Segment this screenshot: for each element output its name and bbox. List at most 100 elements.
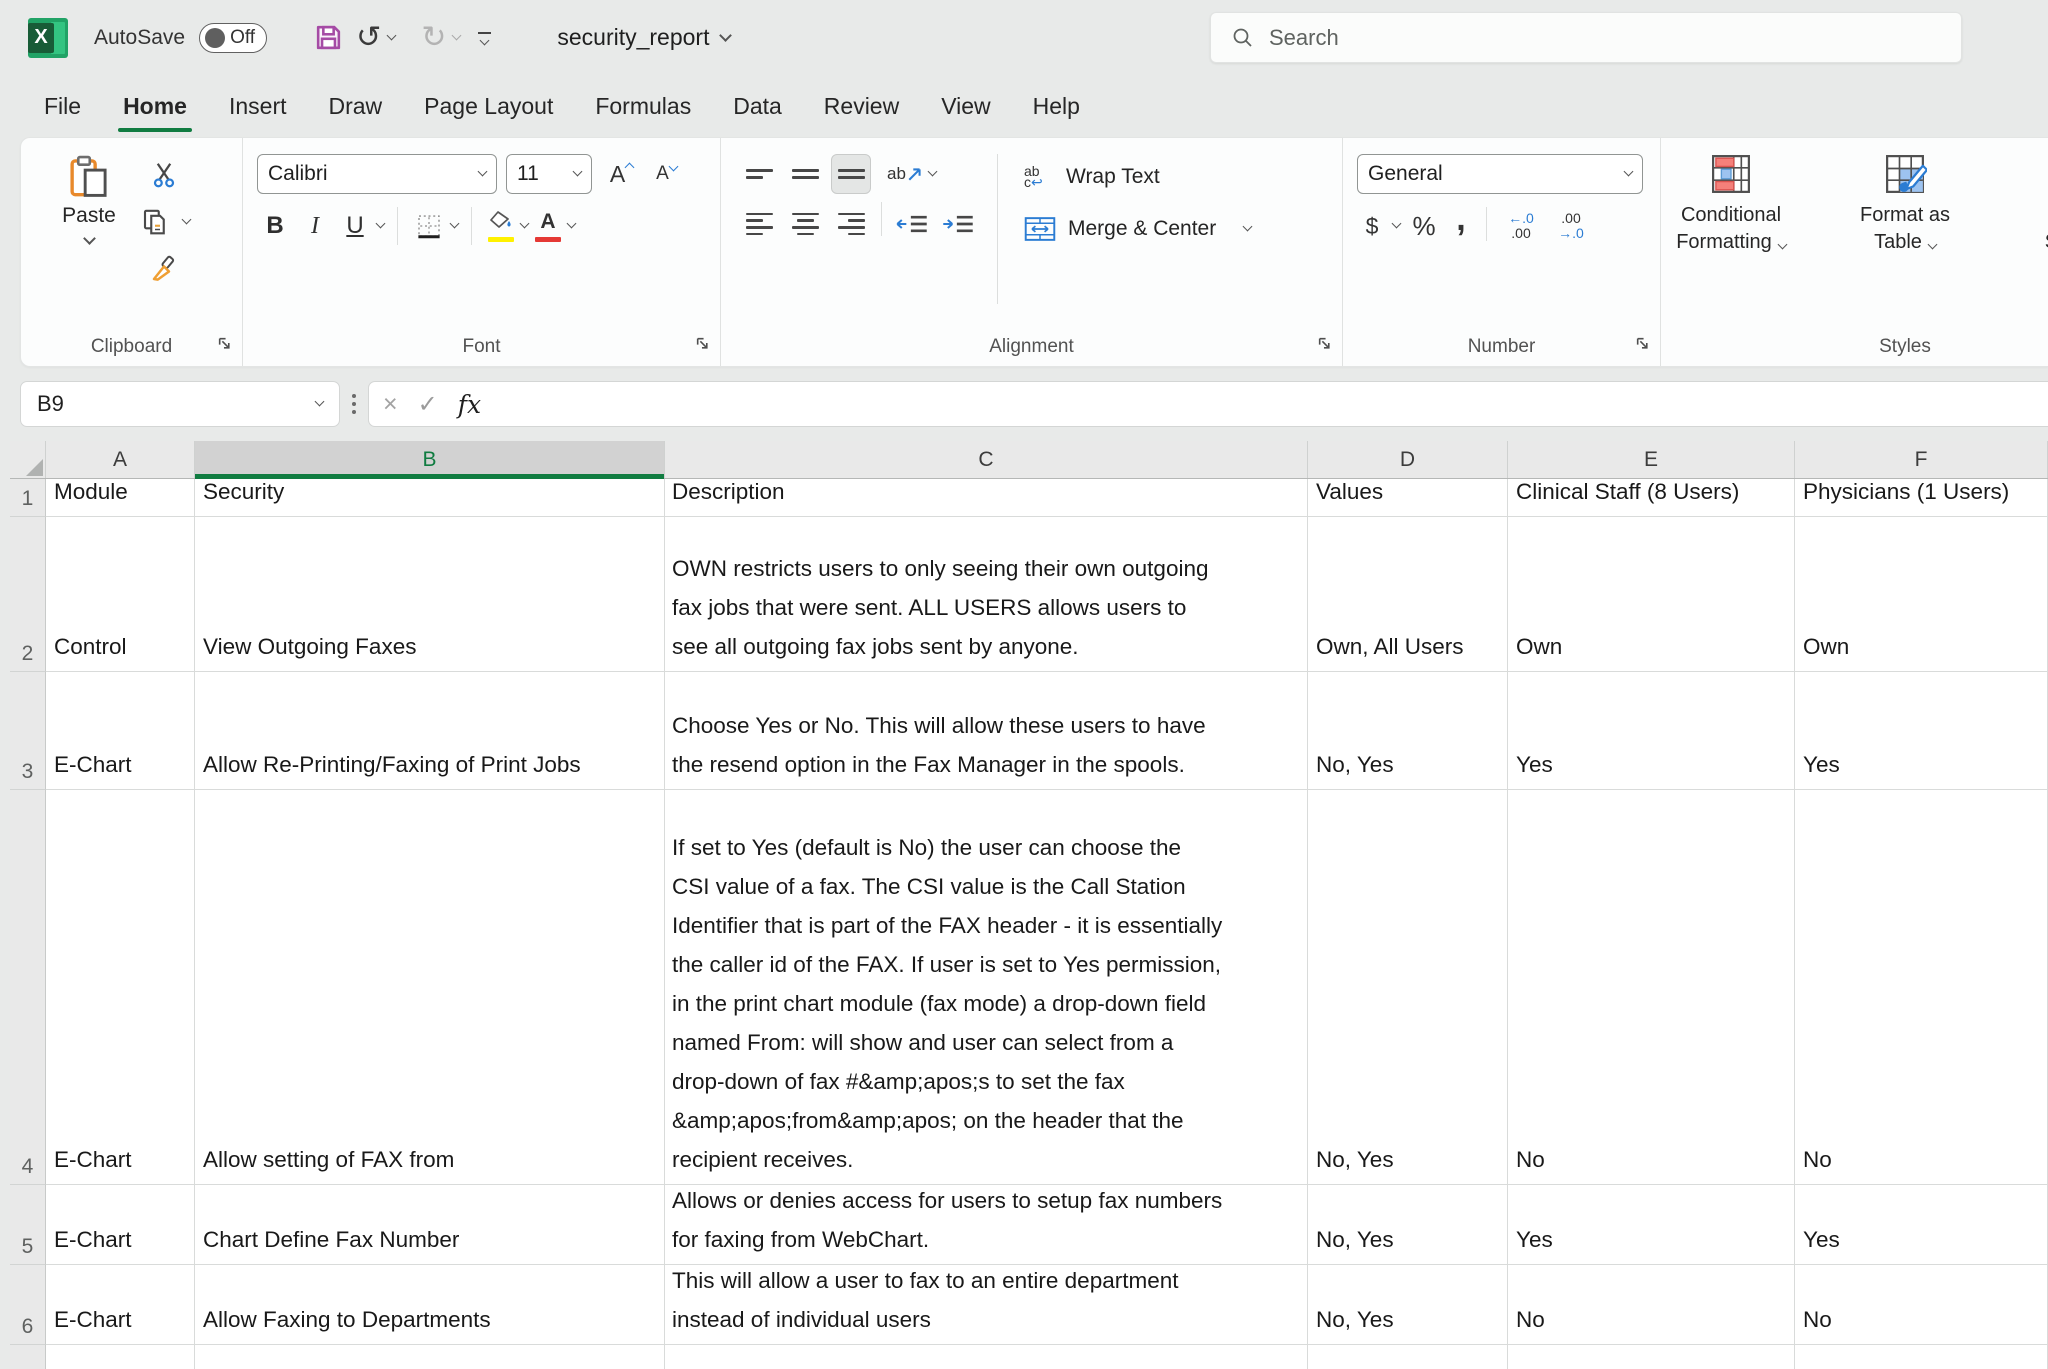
number-format-select[interactable]: General (1357, 154, 1643, 194)
cell-F3[interactable]: Yes (1795, 672, 2048, 790)
number-dialog-launcher[interactable] (1635, 336, 1650, 356)
cell-A6[interactable]: E-Chart (46, 1265, 195, 1345)
cell-C6[interactable]: This will allow a user to fax to an enti… (665, 1265, 1308, 1345)
undo-button[interactable]: ↺ (352, 16, 399, 60)
font-color-button[interactable]: A (532, 208, 564, 244)
column-header-A[interactable]: A (46, 441, 195, 478)
tab-help[interactable]: Help (1012, 75, 1101, 137)
fill-color-dropdown-icon[interactable] (520, 219, 530, 229)
cell-E6[interactable]: No (1508, 1265, 1795, 1345)
bold-button[interactable]: B (257, 207, 293, 245)
cell-D5[interactable]: No, Yes (1308, 1185, 1508, 1265)
font-color-dropdown-icon[interactable] (567, 219, 577, 229)
row-header-1[interactable]: 1 (10, 479, 46, 517)
row-header-7[interactable]: 7 (10, 1345, 46, 1369)
format-as-table-button[interactable]: Format as Table (1835, 152, 1975, 366)
font-family-select[interactable]: Calibri (257, 154, 497, 194)
tab-home[interactable]: Home (102, 75, 208, 137)
row-header-4[interactable]: 4 (10, 790, 46, 1185)
bottom-align-button[interactable] (831, 154, 871, 194)
cell-B5[interactable]: Chart Define Fax Number (195, 1185, 665, 1265)
cell-C4[interactable]: If set to Yes (default is No) the user c… (665, 790, 1308, 1185)
select-all-corner[interactable] (10, 441, 46, 478)
italic-button[interactable]: I (297, 207, 333, 245)
orientation-dropdown-icon[interactable] (928, 167, 938, 177)
cell-A3[interactable]: E-Chart (46, 672, 195, 790)
conditional-formatting-button[interactable]: Conditional Formatting (1661, 152, 1801, 366)
cell-B2[interactable]: View Outgoing Faxes (195, 517, 665, 672)
cell-D3[interactable]: No, Yes (1308, 672, 1508, 790)
name-box[interactable]: B9 (20, 381, 340, 427)
top-align-button[interactable] (739, 154, 779, 194)
cell-C5[interactable]: Allows or denies access for users to set… (665, 1185, 1308, 1265)
decrease-indent-button[interactable] (892, 204, 932, 244)
cell-C1[interactable]: Description (665, 479, 1308, 517)
percent-button[interactable]: % (1406, 207, 1442, 245)
align-right-button[interactable] (831, 204, 871, 244)
save-button[interactable] (309, 16, 348, 60)
tab-data[interactable]: Data (712, 75, 803, 137)
tab-formulas[interactable]: Formulas (574, 75, 712, 137)
document-title[interactable]: security_report (557, 24, 730, 51)
middle-align-button[interactable] (785, 154, 825, 194)
undo-dropdown-icon[interactable] (387, 30, 397, 40)
cell-B1[interactable]: Security (195, 479, 665, 517)
wrap-text-button[interactable]: ab c↩ Wrap Text (1024, 156, 1251, 198)
copy-button[interactable] (137, 203, 173, 241)
tab-draw[interactable]: Draw (308, 75, 404, 137)
paste-dropdown-icon[interactable] (83, 232, 96, 245)
cell-C3[interactable]: Choose Yes or No. This will allow these … (665, 672, 1308, 790)
grow-font-button[interactable]: A (601, 155, 637, 193)
align-center-button[interactable] (785, 204, 825, 244)
alignment-dialog-launcher[interactable] (1317, 336, 1332, 356)
tab-view[interactable]: View (920, 75, 1011, 137)
cell-styles-button[interactable]: Cell Styles (2009, 152, 2048, 366)
cell-B4[interactable]: Allow setting of FAX from (195, 790, 665, 1185)
cell-B7[interactable] (195, 1345, 665, 1369)
cell-F5[interactable]: Yes (1795, 1185, 2048, 1265)
cell-A2[interactable]: Control (46, 517, 195, 672)
decrease-decimal-button[interactable]: .00 →.0 (1549, 211, 1593, 241)
shrink-font-button[interactable]: A (646, 155, 682, 193)
cell-A7[interactable] (46, 1345, 195, 1369)
cell-F1[interactable]: Physicians (1 Users) (1795, 479, 2048, 517)
cell-E5[interactable]: Yes (1508, 1185, 1795, 1265)
row-header-6[interactable]: 6 (10, 1265, 46, 1345)
increase-indent-button[interactable] (938, 204, 978, 244)
tab-page-layout[interactable]: Page Layout (403, 75, 574, 137)
cell-E3[interactable]: Yes (1508, 672, 1795, 790)
underline-dropdown-icon[interactable] (376, 219, 386, 229)
increase-decimal-button[interactable]: ←.0 .00 (1499, 211, 1543, 241)
merge-center-button[interactable]: Merge & Center (1024, 208, 1251, 250)
cell-E1[interactable]: Clinical Staff (8 Users) (1508, 479, 1795, 517)
cell-F2[interactable]: Own (1795, 517, 2048, 672)
search-box[interactable] (1210, 12, 1962, 63)
comma-button[interactable]: , (1448, 207, 1474, 245)
cell-E4[interactable]: No (1508, 790, 1795, 1185)
formula-bar-resize-handle[interactable] (352, 394, 356, 414)
cell-E2[interactable]: Own (1508, 517, 1795, 672)
cell-F4[interactable]: No (1795, 790, 2048, 1185)
cell-B6[interactable]: Allow Faxing to Departments (195, 1265, 665, 1345)
tab-insert[interactable]: Insert (208, 75, 308, 137)
cell-D4[interactable]: No, Yes (1308, 790, 1508, 1185)
copy-dropdown-icon[interactable] (182, 215, 192, 225)
underline-button[interactable]: U (337, 207, 373, 245)
borders-dropdown-icon[interactable] (450, 219, 460, 229)
cell-B3[interactable]: Allow Re-Printing/Faxing of Print Jobs (195, 672, 665, 790)
cell-C2[interactable]: OWN restricts users to only seeing their… (665, 517, 1308, 672)
currency-button[interactable]: $ (1357, 207, 1387, 245)
borders-button[interactable] (411, 207, 447, 245)
column-header-D[interactable]: D (1308, 441, 1508, 478)
cell-D7[interactable] (1308, 1345, 1508, 1369)
cell-C7[interactable] (665, 1345, 1308, 1369)
formula-input[interactable] (501, 382, 2048, 426)
cell-D1[interactable]: Values (1308, 479, 1508, 517)
cell-F6[interactable]: No (1795, 1265, 2048, 1345)
clipboard-dialog-launcher[interactable] (217, 336, 232, 356)
row-header-5[interactable]: 5 (10, 1185, 46, 1265)
font-size-select[interactable]: 11 (506, 154, 592, 194)
currency-dropdown-icon[interactable] (1392, 219, 1402, 229)
column-header-E[interactable]: E (1508, 441, 1795, 478)
autosave-toggle[interactable]: Off (199, 23, 267, 53)
